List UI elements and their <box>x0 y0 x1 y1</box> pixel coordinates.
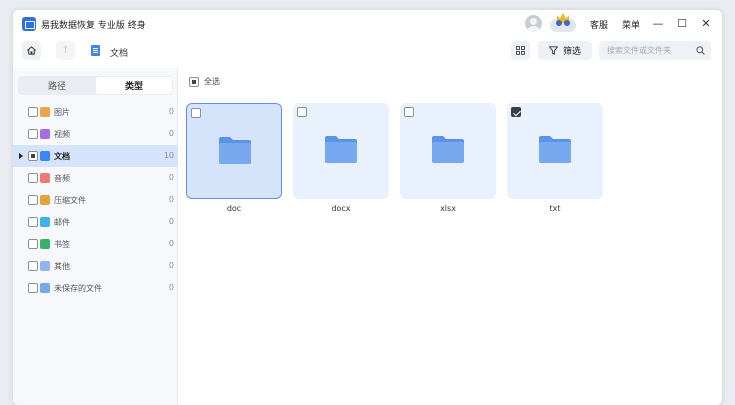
menu-button[interactable]: 菜单 <box>622 18 640 31</box>
title-bar: 易我数据恢复 专业版 终身 客服 菜单 — ☐ ✕ <box>13 10 722 38</box>
funnel-icon <box>549 46 558 55</box>
sidebar-item-count: 0 <box>168 217 174 226</box>
sidebar-item-count: 0 <box>168 129 174 138</box>
sidebar-item-label: 视频 <box>54 130 70 139</box>
folder-name[interactable]: xlsx <box>400 204 496 213</box>
category-checkbox[interactable] <box>28 261 38 271</box>
unsaved-file-icon <box>40 283 50 293</box>
breadcrumb[interactable]: 文档 <box>110 46 128 59</box>
category-checkbox[interactable] <box>28 195 38 205</box>
sidebar-item[interactable]: 书签 0 <box>13 233 178 255</box>
folder-tile[interactable] <box>293 103 389 199</box>
archive-icon <box>40 195 50 205</box>
sidebar-item[interactable]: 邮件 0 <box>13 211 178 233</box>
support-button[interactable]: 客服 <box>590 18 608 31</box>
category-checkbox[interactable] <box>28 283 38 293</box>
folder-tile[interactable] <box>186 103 282 199</box>
sidebar-item-count: 0 <box>168 107 174 116</box>
folder-icon <box>432 136 464 163</box>
tab-type[interactable]: 类型 <box>96 77 172 94</box>
minimize-button[interactable]: — <box>651 16 665 30</box>
maximize-button[interactable]: ☐ <box>675 16 689 30</box>
category-checkbox[interactable] <box>28 217 38 227</box>
audio-icon <box>40 173 50 183</box>
search-icon[interactable] <box>696 46 705 55</box>
up-level-button[interactable]: ↑ <box>56 41 75 60</box>
view-switcher: 路径 类型 <box>18 76 173 95</box>
sidebar-item[interactable]: 音频 0 <box>13 167 178 189</box>
folder-checkbox[interactable] <box>404 107 414 117</box>
category-list: 图片 0 视频 0 文档 10 音频 0 压缩文件 0 邮件 0 书签 0 其他 0 未保存的文件 0 <box>13 101 178 299</box>
sidebar-item-count: 0 <box>168 195 174 204</box>
sidebar-item-label: 音频 <box>54 174 70 183</box>
app-logo-icon <box>22 17 36 31</box>
vip-crown-icon[interactable] <box>550 12 576 32</box>
select-all[interactable]: 全选 <box>189 76 220 87</box>
sidebar-item[interactable]: 压缩文件 0 <box>13 189 178 211</box>
filter-button[interactable]: 筛选 <box>538 41 592 60</box>
folder-tile[interactable] <box>507 103 603 199</box>
sidebar-item-count: 0 <box>168 173 174 182</box>
sidebar-item-count: 0 <box>168 283 174 292</box>
folder-icon <box>325 136 357 163</box>
category-checkbox[interactable] <box>28 107 38 117</box>
sidebar-item-label: 邮件 <box>54 218 70 227</box>
mail-icon <box>40 217 50 227</box>
category-checkbox[interactable] <box>28 151 38 161</box>
sidebar-item-label: 书签 <box>54 240 70 249</box>
home-icon <box>27 46 36 55</box>
sidebar-item-count: 0 <box>168 239 174 248</box>
sidebar-item-label: 压缩文件 <box>54 196 86 205</box>
video-icon <box>40 129 50 139</box>
select-all-checkbox[interactable] <box>189 76 199 87</box>
user-avatar[interactable] <box>525 15 542 32</box>
home-button[interactable] <box>22 41 41 60</box>
grid-view-icon <box>516 46 525 55</box>
sidebar-item[interactable]: 视频 0 <box>13 123 178 145</box>
tab-path[interactable]: 路径 <box>19 77 95 94</box>
folder-icon <box>539 136 571 163</box>
toolbar: ↑ 文档 筛选 <box>13 38 722 68</box>
sidebar-item[interactable]: 其他 0 <box>13 255 178 277</box>
folder-name[interactable]: doc <box>186 204 282 213</box>
main-content: 全选 doc docx xlsx txt <box>179 68 722 405</box>
select-all-label: 全选 <box>204 77 220 86</box>
sidebar: 路径 类型 图片 0 视频 0 文档 10 音频 0 压缩文件 0 邮件 0 书签 0 其他 0 未保存的文件 0 <box>13 68 178 405</box>
folder-tile[interactable] <box>400 103 496 199</box>
app-window: 易我数据恢复 专业版 终身 客服 菜单 — ☐ ✕ ↑ 文档 筛选 搜索文件或文… <box>13 10 722 405</box>
image-icon <box>40 107 50 117</box>
sidebar-item-label: 文档 <box>54 152 70 161</box>
sidebar-item[interactable]: 文档 10 <box>13 145 178 167</box>
filter-label: 筛选 <box>562 47 581 57</box>
category-checkbox[interactable] <box>28 173 38 183</box>
folder-checkbox[interactable] <box>191 108 201 118</box>
close-button[interactable]: ✕ <box>699 16 713 30</box>
folder-icon <box>219 137 251 164</box>
other-icon <box>40 261 50 271</box>
folder-name[interactable]: txt <box>507 204 603 213</box>
arrow-up-icon: ↑ <box>61 45 70 56</box>
sidebar-item-count: 0 <box>168 261 174 270</box>
document-icon <box>91 45 100 56</box>
category-checkbox[interactable] <box>28 239 38 249</box>
sidebar-item-label: 未保存的文件 <box>54 284 102 293</box>
search-box[interactable] <box>599 41 711 60</box>
app-title: 易我数据恢复 专业版 终身 <box>41 21 146 31</box>
folder-checkbox[interactable] <box>511 107 521 117</box>
expand-arrow-icon[interactable] <box>19 153 23 159</box>
sidebar-item[interactable]: 未保存的文件 0 <box>13 277 178 299</box>
bookmark-icon <box>40 239 50 249</box>
folder-checkbox[interactable] <box>297 107 307 117</box>
sidebar-item[interactable]: 图片 0 <box>13 101 178 123</box>
sidebar-item-label: 其他 <box>54 262 70 271</box>
category-checkbox[interactable] <box>28 129 38 139</box>
sidebar-item-count: 10 <box>163 151 174 160</box>
search-input[interactable] <box>607 44 695 57</box>
view-mode-button[interactable] <box>511 41 530 60</box>
sidebar-item-label: 图片 <box>54 108 70 117</box>
folder-name[interactable]: docx <box>293 204 389 213</box>
document-icon <box>40 151 50 161</box>
